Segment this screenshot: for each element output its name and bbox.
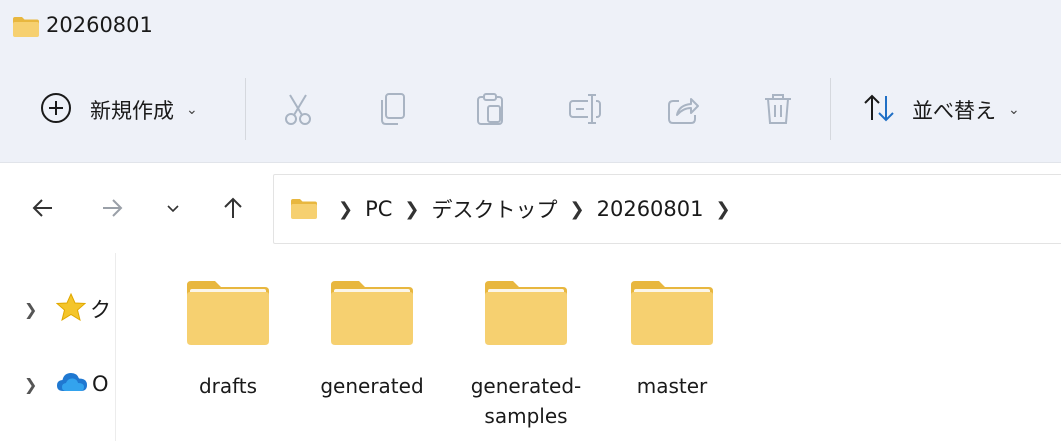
chevron-down-icon: ⌄	[1008, 102, 1020, 118]
breadcrumb-current-folder[interactable]: 20260801	[597, 197, 704, 221]
navigation-bar: ❯ PC ❯ デスクトップ ❯ 20260801 ❯	[0, 163, 1061, 253]
folder-icon	[187, 281, 269, 345]
forward-arrow-icon[interactable]	[97, 193, 127, 223]
cloud-icon	[56, 371, 88, 397]
copy-icon[interactable]	[375, 91, 411, 127]
navigation-pane: ❯ ク ❯ O	[0, 253, 116, 441]
file-list: drafts generated generated-samples maste…	[116, 253, 1061, 441]
folder-name: drafts	[198, 374, 258, 398]
folder-item-generated-samples[interactable]: generated-samples	[466, 279, 586, 431]
delete-icon[interactable]	[760, 91, 796, 127]
chevron-right-icon[interactable]: ❯	[570, 199, 585, 220]
folder-icon	[331, 281, 413, 345]
toolbar-divider	[830, 78, 831, 140]
new-button[interactable]: 新規作成 ⌄	[40, 92, 198, 128]
chevron-right-icon[interactable]: ❯	[716, 199, 731, 220]
title-bar: 20260801	[0, 0, 1061, 58]
back-arrow-icon[interactable]	[28, 193, 58, 223]
cut-icon[interactable]	[280, 91, 316, 127]
paste-icon[interactable]	[472, 91, 508, 127]
sidebar-item-onedrive[interactable]: ❯ O	[24, 371, 109, 397]
sort-icon	[862, 92, 896, 128]
folder-icon	[290, 198, 318, 220]
folder-item-master[interactable]: master	[616, 279, 728, 401]
star-icon	[55, 292, 87, 325]
folder-name: generated	[320, 374, 424, 398]
sidebar-item-label: O	[92, 372, 109, 396]
folder-name: master	[636, 374, 708, 398]
toolbar-divider	[245, 78, 246, 140]
breadcrumb-pc[interactable]: PC	[365, 197, 392, 221]
window-title: 20260801	[46, 13, 153, 37]
sidebar-item-quick-access[interactable]: ❯ ク	[24, 292, 111, 325]
sort-button[interactable]: 並べ替え ⌄	[862, 92, 1020, 128]
folder-icon	[12, 16, 40, 42]
folder-item-generated[interactable]: generated	[316, 279, 428, 401]
folder-name: generated-samples	[470, 374, 582, 428]
folder-item-drafts[interactable]: drafts	[172, 279, 284, 401]
chevron-down-icon: ⌄	[186, 102, 198, 118]
chevron-right-icon[interactable]: ❯	[24, 375, 40, 394]
breadcrumb-desktop[interactable]: デスクトップ	[432, 194, 558, 224]
sort-button-label: 並べ替え	[912, 99, 996, 123]
share-icon[interactable]	[665, 91, 701, 127]
sidebar-item-label: ク	[90, 298, 111, 322]
chevron-right-icon[interactable]: ❯	[24, 300, 40, 319]
chevron-right-icon[interactable]: ❯	[404, 199, 419, 220]
rename-icon[interactable]	[568, 91, 604, 127]
folder-icon	[631, 281, 713, 345]
up-arrow-icon[interactable]	[218, 193, 248, 223]
address-bar[interactable]: ❯ PC ❯ デスクトップ ❯ 20260801 ❯	[273, 174, 1061, 244]
add-circle-icon	[40, 92, 72, 128]
new-button-label: 新規作成	[90, 99, 174, 123]
command-bar: 新規作成 ⌄ 並べ替え ⌄	[0, 58, 1061, 163]
chevron-right-icon[interactable]: ❯	[338, 199, 353, 220]
folder-icon	[485, 281, 567, 345]
recent-locations-chevron-icon[interactable]	[158, 193, 188, 223]
